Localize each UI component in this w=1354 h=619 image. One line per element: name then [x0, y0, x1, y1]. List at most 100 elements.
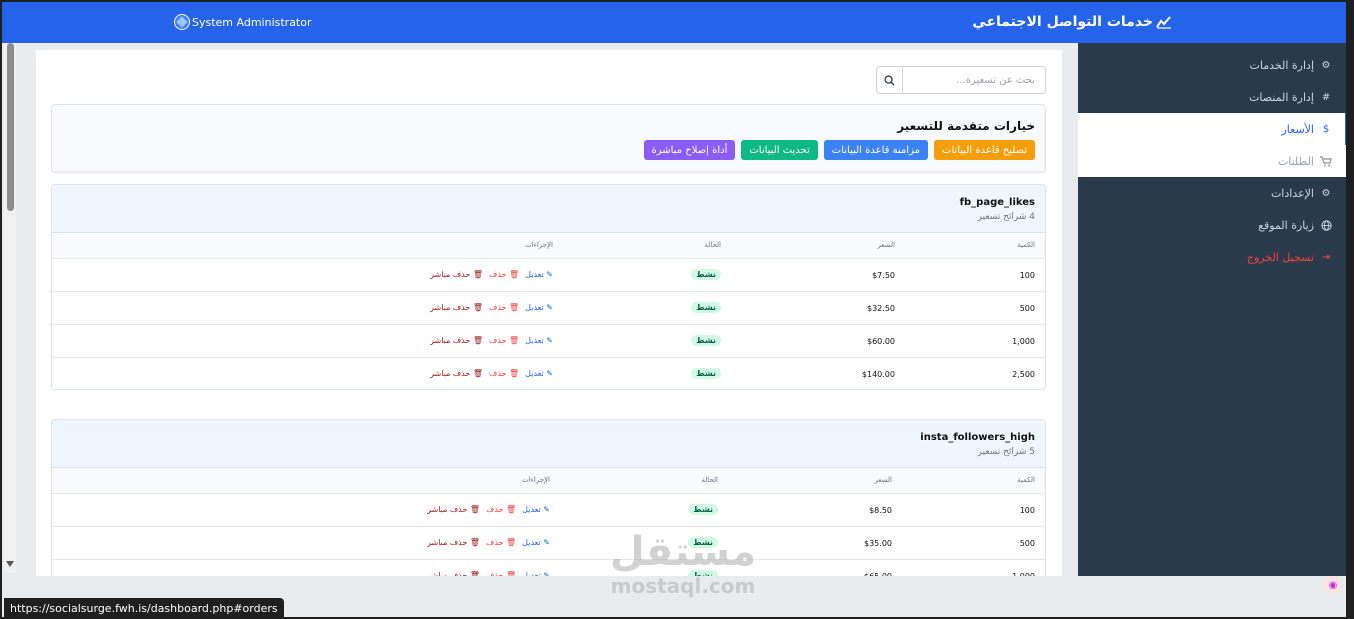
col-qty: الكمية — [1017, 241, 1035, 249]
hard-delete-label: حذف مباشر — [430, 369, 471, 378]
search-button[interactable] — [877, 67, 903, 93]
trash-icon: 🗑 — [472, 303, 484, 312]
status-badge: نشط — [691, 335, 721, 346]
delete-button[interactable]: 🗑 حذف — [489, 369, 519, 378]
scrollbar-thumb[interactable] — [7, 43, 14, 211]
trash-icon: 🗑 — [506, 538, 517, 547]
delete-label: حذف — [489, 303, 507, 312]
delete-label: حذف — [486, 571, 504, 576]
browser-window: خدمات التواصل الاجتماعي System Administr… — [0, 0, 1354, 619]
sidebar-item-visit-site[interactable]: زيارة الموقع — [1078, 209, 1348, 241]
status-badge: نشط — [691, 368, 721, 379]
search-box: بحث عن تسعيرة... — [876, 66, 1046, 94]
sidebar-item-label: الأسعار — [1281, 122, 1314, 136]
sidebar-item-label: زيارة الموقع — [1258, 218, 1314, 232]
chart-line-icon — [1156, 16, 1171, 29]
table-header: الكمية السعر الحالة الإجراءات — [52, 468, 1045, 494]
status-badge: نشط — [691, 302, 721, 313]
delete-label: حذف — [489, 369, 507, 378]
qty-cell: 100 — [1019, 506, 1035, 515]
advanced-options-card: خيارات متقدمة للتسعير تصليح قاعدة البيان… — [51, 104, 1046, 173]
delete-button[interactable]: 🗑 حذف — [486, 538, 516, 547]
edit-button[interactable]: ✎ تعديل — [525, 336, 553, 345]
trash-icon: 🗑 — [509, 303, 520, 312]
user-menu[interactable]: System Administrator — [174, 14, 312, 30]
hard-delete-button[interactable]: 🗑 حذف مباشر — [430, 336, 483, 345]
edit-icon: ✎ — [543, 538, 550, 547]
col-price: السعر — [874, 476, 892, 484]
service-name: fb_page_likes — [959, 197, 1035, 208]
sidebar-item-label: إدارة الخدمات — [1249, 58, 1314, 72]
status-badge: نشط — [691, 269, 721, 280]
window-edge — [1346, 0, 1354, 619]
hard-delete-label: حذف مباشر — [430, 270, 471, 279]
sidebar-item-platforms[interactable]: # إدارة المنصات — [1078, 81, 1348, 113]
edit-button[interactable]: ✎ تعديل — [525, 303, 553, 312]
delete-label: حذف — [486, 505, 504, 514]
brand-title: خدمات التواصل الاجتماعي — [972, 14, 1153, 30]
hard-delete-label: حذف مباشر — [427, 505, 468, 514]
sidebar-item-orders[interactable]: الطلبات — [1078, 145, 1348, 177]
edit-icon: ✎ — [546, 336, 553, 345]
repair-db-button[interactable]: تصليح قاعدة البيانات — [933, 140, 1035, 160]
page-scrollbar[interactable] — [4, 43, 16, 573]
logout-icon: ⇥ — [1321, 251, 1331, 263]
sidebar-item-logout[interactable]: ⇥ تسجيل الخروج — [1078, 241, 1348, 273]
trash-icon: 🗑 — [506, 571, 517, 576]
refresh-data-button[interactable]: تحديث البيانات — [741, 140, 818, 160]
table-row: 2,500 $140.00 نشط ✎ تعديل 🗑 حذف 🗑 حذف مباشر — [52, 358, 1045, 389]
edit-button[interactable]: ✎ تعديل — [525, 369, 553, 378]
delete-button[interactable]: 🗑 حذف — [489, 336, 519, 345]
col-actions: الإجراءات — [522, 476, 550, 484]
sync-db-button[interactable]: مزامنة قاعدة البيانات — [823, 140, 928, 160]
table-row: 500 $32.50 نشط ✎ تعديل 🗑 حذف 🗑 حذف مباشر — [52, 292, 1045, 325]
hard-delete-label: حذف مباشر — [430, 303, 471, 312]
delete-button[interactable]: 🗑 حذف — [489, 270, 519, 279]
delete-button[interactable]: 🗑 حذف — [486, 505, 516, 514]
hard-delete-button[interactable]: 🗑 حذف مباشر — [427, 505, 480, 514]
sidebar-item-label: الطلبات — [1277, 154, 1314, 168]
user-name: System Administrator — [192, 15, 312, 29]
qty-cell: 500 — [1019, 304, 1035, 313]
tier-count: 4 شرائح تسعير — [977, 212, 1035, 222]
col-qty: الكمية — [1017, 476, 1035, 484]
edit-button[interactable]: ✎ تعديل — [522, 505, 550, 514]
qty-cell: 500 — [1019, 539, 1035, 548]
qty-cell: 100 — [1019, 271, 1035, 280]
delete-button[interactable]: 🗑 حذف — [489, 303, 519, 312]
trash-icon: 🗑 — [472, 270, 484, 279]
price-cell: $8.50 — [869, 506, 892, 515]
edit-button[interactable]: ✎ تعديل — [525, 270, 553, 279]
dollar-icon: $ — [1322, 123, 1330, 135]
extension-icon[interactable]: ◉ — [1324, 576, 1342, 594]
hard-delete-button[interactable]: 🗑 حذف مباشر — [427, 538, 480, 547]
trash-icon: 🗑 — [469, 538, 481, 547]
price-cell: $32.50 — [867, 304, 895, 313]
sidebar-item-prices[interactable]: $ الأسعار — [1078, 113, 1348, 145]
edit-button[interactable]: ✎ تعديل — [522, 538, 550, 547]
direct-fix-tool-button[interactable]: أداة إصلاح مباشرة — [643, 140, 736, 160]
service-card-header: insta_followers_high 5 شرائح تسعير — [52, 420, 1045, 468]
edit-label: تعديل — [522, 505, 541, 514]
hard-delete-label: حذف مباشر — [427, 538, 468, 547]
hard-delete-button[interactable]: 🗑 حذف مباشر — [430, 369, 483, 378]
sidebar-item-settings[interactable]: ⚙ الإعدادات — [1078, 177, 1348, 209]
hard-delete-button[interactable]: 🗑 حذف مباشر — [430, 303, 483, 312]
trash-icon: 🗑 — [506, 505, 517, 514]
edit-button[interactable]: ✎ تعديل — [522, 571, 550, 576]
sidebar-item-services[interactable]: ⚙ إدارة الخدمات — [1078, 49, 1348, 81]
trash-icon: 🗑 — [469, 505, 481, 514]
sidebar-item-label: إدارة المنصات — [1249, 90, 1314, 104]
edit-label: تعديل — [525, 270, 544, 279]
delete-button[interactable]: 🗑 حذف — [486, 571, 516, 576]
table-header: الكمية السعر الحالة الإجراءات — [52, 233, 1045, 259]
edit-label: تعديل — [525, 336, 544, 345]
cart-icon — [1320, 155, 1332, 167]
hard-delete-button[interactable]: 🗑 حذف مباشر — [430, 270, 483, 279]
search-input[interactable]: بحث عن تسعيرة... — [903, 75, 1045, 86]
hard-delete-button[interactable]: 🗑 حذف مباشر — [427, 571, 480, 576]
edit-label: تعديل — [525, 369, 544, 378]
brand-logo[interactable]: خدمات التواصل الاجتماعي — [972, 14, 1172, 30]
table-row: 500 $35.00 نشط ✎ تعديل 🗑 حذف 🗑 حذف مباشر — [52, 527, 1045, 560]
scroll-down-arrow-icon[interactable] — [6, 561, 14, 567]
